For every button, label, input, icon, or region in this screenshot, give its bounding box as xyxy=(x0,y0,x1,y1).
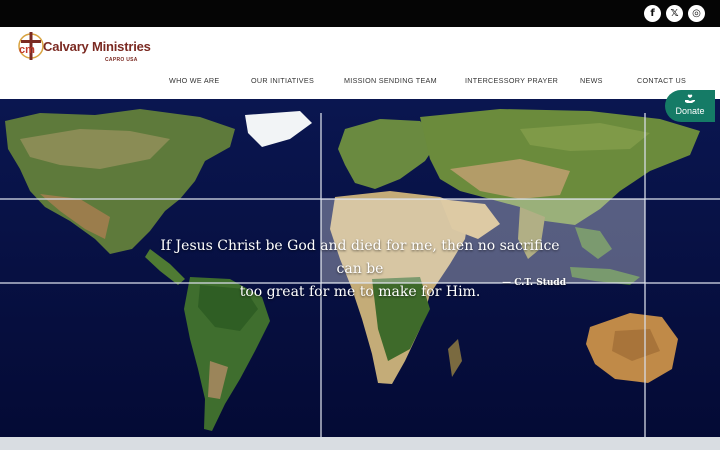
hero-section: If Jesus Christ be God and died for me, … xyxy=(0,99,720,450)
logo-mark-text: cm xyxy=(19,44,35,56)
donate-button[interactable]: Donate xyxy=(665,90,715,122)
nav-contact-us[interactable]: CONTACT US xyxy=(637,76,686,85)
x-twitter-icon[interactable]: 𝕏 xyxy=(666,5,683,22)
nav-our-initiatives[interactable]: OUR INITIATIVES xyxy=(251,76,314,85)
donate-label: Donate xyxy=(675,106,705,116)
hero-quote-citation: — C.T. Studd xyxy=(502,278,566,288)
nav-mission-sending-team[interactable]: MISSION SENDING TEAM xyxy=(344,76,437,85)
hand-heart-icon xyxy=(685,94,695,103)
site-header: cm Calvary Ministries CAPRO USA WHO WE A… xyxy=(0,27,720,99)
logo-subtitle: CAPRO USA xyxy=(105,57,138,63)
nav-intercessory-prayer[interactable]: INTERCESSORY PRAYER xyxy=(465,76,558,85)
nav-who-we-are[interactable]: WHO WE ARE xyxy=(169,76,220,85)
hero-quote-line1: If Jesus Christ be God and died for me, … xyxy=(160,238,560,277)
facebook-icon[interactable]: f xyxy=(644,5,661,22)
hero-quote: If Jesus Christ be God and died for me, … xyxy=(150,235,570,304)
top-bar: f 𝕏 ◎ xyxy=(0,0,720,27)
instagram-icon[interactable]: ◎ xyxy=(688,5,705,22)
main-nav: WHO WE ARE OUR INITIATIVES MISSION SENDI… xyxy=(0,71,720,91)
site-logo[interactable]: cm Calvary Ministries CAPRO USA xyxy=(16,31,151,65)
logo-name: Calvary Ministries xyxy=(43,39,151,54)
nav-news[interactable]: NEWS xyxy=(580,76,603,85)
logo-cross-icon: cm xyxy=(18,32,44,60)
